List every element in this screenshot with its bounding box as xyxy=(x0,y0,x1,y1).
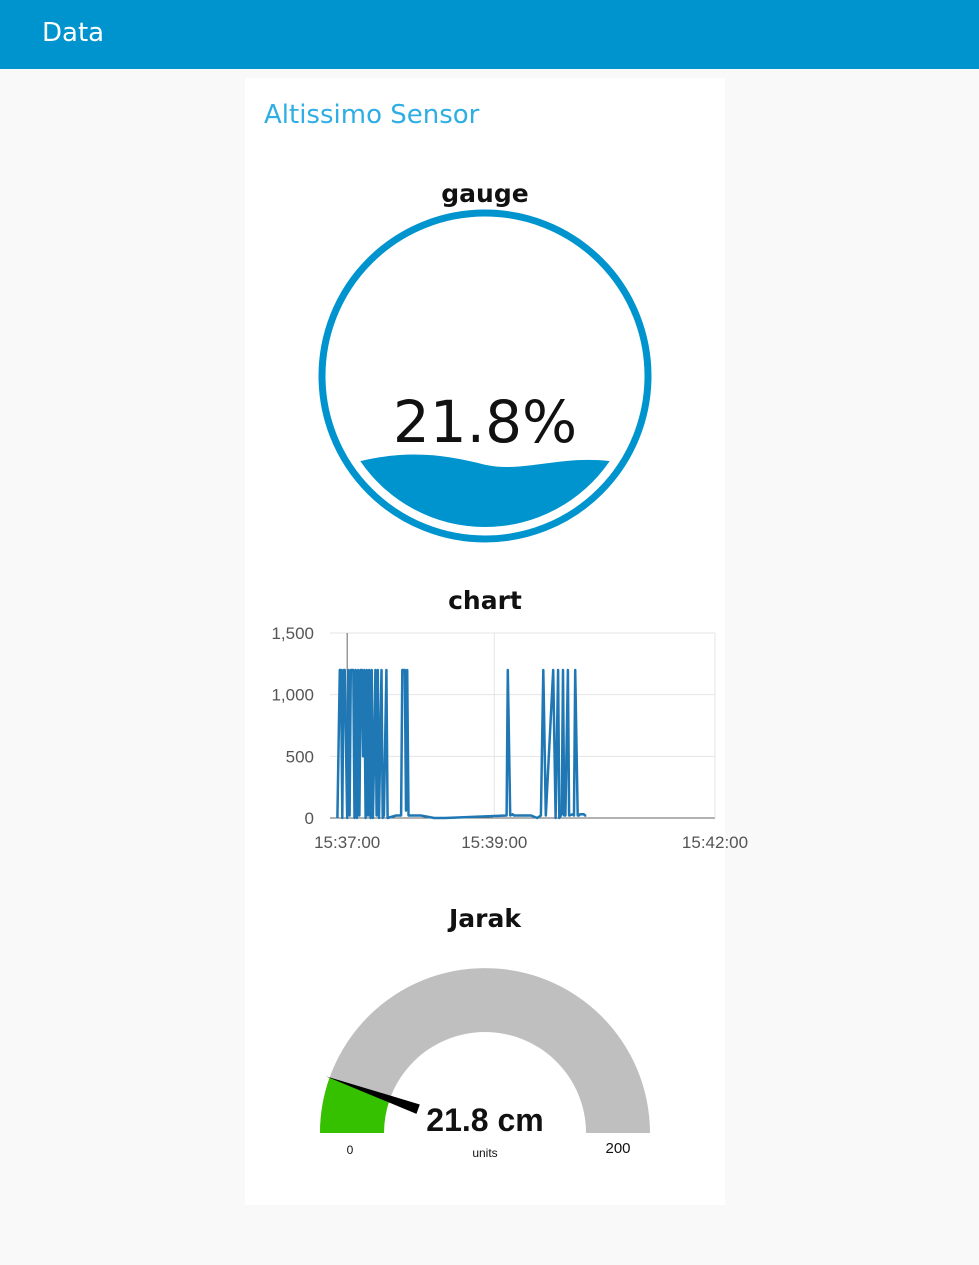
group-card: Altissimo Sensor gauge 21.8% chart 1,500… xyxy=(245,78,748,1205)
top-bar: Data xyxy=(0,0,979,69)
level-gauge-label: gauge xyxy=(441,179,529,208)
line-chart: 1,500 1,000 500 015:37:00 15:39:00 15:42:00 xyxy=(271,624,748,852)
x-tick-label: 15:42:00 xyxy=(682,833,748,852)
distance-gauge-units: units xyxy=(472,1146,497,1160)
y-tick-label: 1,500 xyxy=(271,624,314,643)
y-tick-label: 0 xyxy=(305,809,314,828)
series-line xyxy=(336,668,587,820)
y-tick-label: 1,000 xyxy=(271,686,314,705)
group-title: Altissimo Sensor xyxy=(264,100,480,130)
distance-gauge-min: 0 xyxy=(347,1143,354,1157)
level-gauge: 21.8% xyxy=(318,209,652,543)
chart-label: chart xyxy=(448,586,522,615)
x-tick-label: 15:39:00 xyxy=(461,833,527,852)
y-tick-label: 500 xyxy=(286,747,314,766)
distance-gauge-max: 200 xyxy=(605,1140,630,1157)
distance-gauge-value: 21.8 cm xyxy=(426,1102,543,1138)
x-tick-label: 15:37:00 xyxy=(314,833,380,852)
page-title: Data xyxy=(42,18,105,48)
level-gauge-value: 21.8% xyxy=(393,388,577,456)
distance-gauge: 21.8 cm units 0 200 xyxy=(320,968,650,1160)
distance-gauge-label: Jarak xyxy=(449,904,521,933)
